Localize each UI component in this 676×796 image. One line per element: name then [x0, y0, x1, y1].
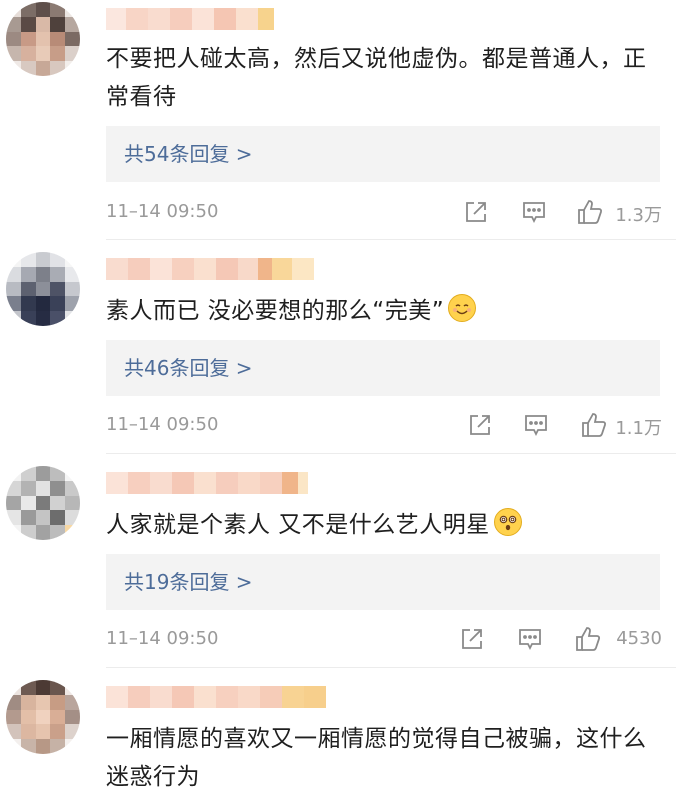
username[interactable]: [106, 8, 274, 30]
like-icon[interactable]: [580, 411, 608, 439]
like-count: 1.1万: [615, 418, 662, 439]
username[interactable]: [106, 686, 326, 708]
username[interactable]: [106, 258, 314, 280]
comment-icon[interactable]: [522, 411, 550, 439]
divider: [106, 667, 676, 668]
comment-text: 不要把人碰太高，然后又说他虚伪。都是普通人，正常看待: [106, 46, 647, 110]
avatar[interactable]: [6, 466, 80, 540]
comment-text: 一厢情愿的喜欢又一厢情愿的觉得自己被骗，这什么迷惑行为: [106, 726, 647, 790]
replies-link[interactable]: 共54条回复 >: [106, 126, 660, 182]
share-icon[interactable]: [458, 625, 486, 653]
comment-text: 素人而已 没必要想的那么“完美”: [106, 292, 666, 330]
comment-text: 人家就是个素人 又不是什么艺人明星: [106, 506, 666, 544]
like-count: 1.3万: [615, 205, 662, 226]
divider: [106, 453, 676, 454]
timestamp: 11–14 09:50: [106, 414, 219, 435]
share-icon[interactable]: [462, 198, 490, 226]
avatar[interactable]: [6, 252, 80, 326]
smiling-face-icon: [448, 294, 477, 322]
comment-meta: 11–14 09:50 4530: [106, 625, 662, 655]
like-count: 4530: [616, 628, 662, 649]
username[interactable]: [106, 472, 308, 494]
timestamp: 11–14 09:50: [106, 628, 219, 649]
timestamp: 11–14 09:50: [106, 201, 219, 222]
comment-meta: 11–14 09:50 1.1万: [106, 411, 662, 441]
comment-icon[interactable]: [520, 198, 548, 226]
replies-link[interactable]: 共19条回复 >: [106, 554, 660, 610]
comment-meta: 11–14 09:50 1.3万: [106, 198, 662, 228]
comment-text-content: 人家就是个素人 又不是什么艺人明星: [106, 512, 490, 538]
avatar[interactable]: [6, 680, 80, 754]
comment-icon[interactable]: [516, 625, 544, 653]
avatar[interactable]: [6, 2, 80, 76]
replies-link[interactable]: 共46条回复 >: [106, 340, 660, 396]
dizzy-face-icon: [493, 508, 522, 536]
like-icon[interactable]: [574, 625, 602, 653]
like-icon[interactable]: [576, 198, 604, 226]
comment-text-content: 素人而已 没必要想的那么“完美”: [106, 298, 445, 324]
divider: [106, 239, 676, 240]
share-icon[interactable]: [466, 411, 494, 439]
